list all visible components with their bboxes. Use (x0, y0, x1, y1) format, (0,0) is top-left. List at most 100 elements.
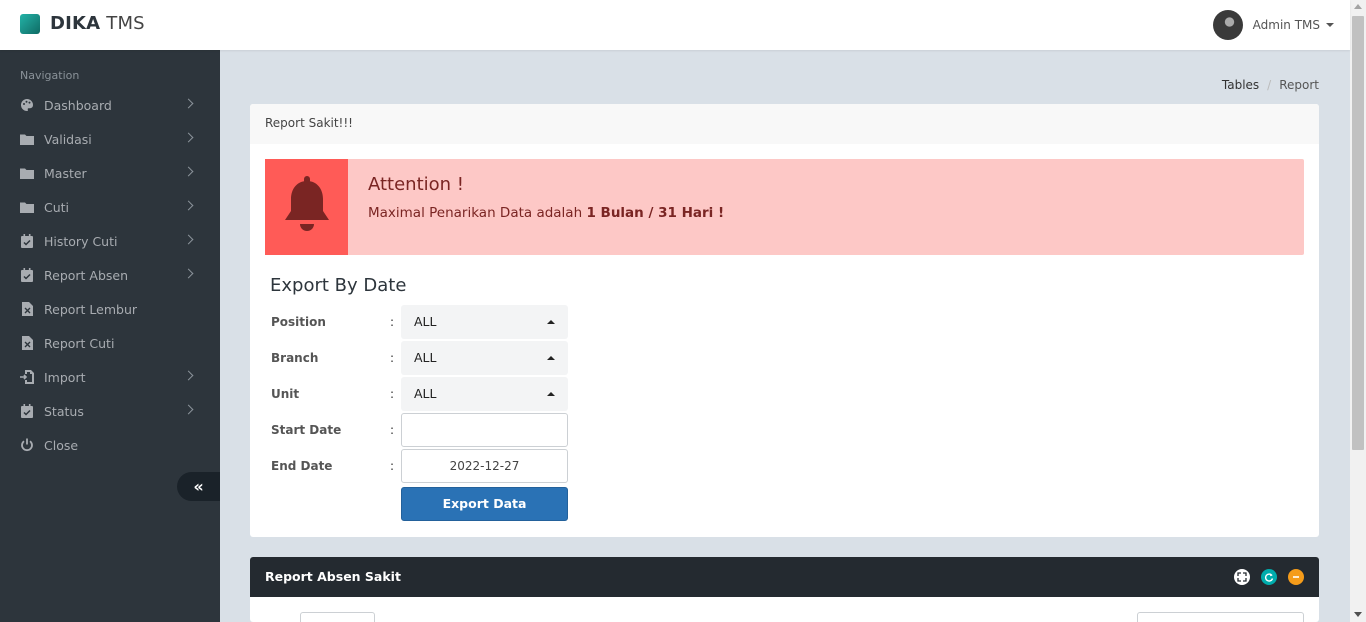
caret-down-icon (1326, 23, 1334, 27)
end-date-input[interactable]: 2022-12-27 (401, 449, 568, 483)
bell-icon (282, 176, 332, 238)
sidebar-item-history-cuti[interactable]: History Cuti (0, 224, 220, 258)
nav-header: Navigation (20, 69, 80, 82)
colon: : (390, 387, 395, 401)
scroll-down-icon[interactable] (1354, 612, 1362, 617)
user-name: Admin TMS (1252, 18, 1320, 32)
folder-icon (20, 132, 34, 146)
branch-label: Branch (271, 351, 319, 365)
reload-icon[interactable] (1261, 569, 1277, 585)
expand-icon[interactable] (1234, 569, 1250, 585)
colon: : (390, 351, 395, 365)
chevron-right-icon (183, 200, 194, 211)
folder-icon (20, 200, 34, 214)
user-menu[interactable]: Admin TMS (1212, 10, 1334, 40)
panel-title: Report Sakit!!! (250, 104, 1319, 144)
sidebar-item-import[interactable]: Import (0, 360, 220, 394)
attention-alert: Attention ! Maximal Penarikan Data adala… (265, 159, 1304, 255)
sidebar-item-label: Dashboard (44, 97, 112, 113)
breadcrumb-separator: / (1267, 78, 1272, 92)
sidebar-item-label: Report Cuti (44, 335, 115, 351)
avatar (1212, 10, 1243, 40)
absen-panel: Report Absen Sakit (250, 557, 1319, 622)
calendar-check-icon (20, 268, 34, 282)
alert-text: Maximal Penarikan Data adalah 1 Bulan / … (368, 205, 725, 221)
chevron-right-icon (183, 404, 194, 415)
brand-name: DIKA TMS (50, 13, 145, 34)
branch-row: Branch : ALL (271, 341, 571, 375)
sidebar: Navigation Dashboard Validasi Master Cut… (0, 50, 220, 622)
sidebar-item-label: Report Lembur (44, 301, 138, 317)
collapse-icon[interactable] (1288, 569, 1304, 585)
sidebar-item-report-cuti[interactable]: Report Cuti (0, 326, 220, 360)
sidebar-item-report-absen[interactable]: Report Absen (0, 258, 220, 292)
alert-title: Attention ! (368, 174, 465, 195)
export-title: Export By Date (270, 275, 407, 296)
scroll-thumb[interactable] (1352, 16, 1364, 450)
alert-icon-box (265, 159, 348, 255)
sidebar-item-label: Close (44, 437, 79, 453)
sidebar-item-dashboard[interactable]: Dashboard (0, 88, 220, 122)
sidebar-item-label: History Cuti (44, 233, 118, 249)
end-date-row: End Date : 2022-12-27 (271, 449, 571, 483)
folder-icon (20, 166, 34, 180)
scroll-up-icon[interactable] (1354, 4, 1362, 9)
colon: : (390, 459, 395, 473)
palette-icon (20, 98, 34, 112)
calendar-check-icon (20, 404, 34, 418)
sidebar-item-label: Validasi (44, 131, 92, 147)
table-search-input[interactable] (1137, 612, 1304, 622)
sidebar-item-master[interactable]: Master (0, 156, 220, 190)
caret-up-icon (547, 356, 555, 360)
end-date-label: End Date (271, 459, 333, 473)
chevron-right-icon (183, 132, 194, 143)
breadcrumb-current: Report (1279, 78, 1319, 92)
chevron-right-icon (183, 98, 194, 109)
page-scrollbar[interactable] (1350, 0, 1366, 622)
sidebar-item-label: Status (44, 403, 84, 419)
breadcrumb-link[interactable]: Tables (1222, 78, 1259, 92)
sidebar-item-cuti[interactable]: Cuti (0, 190, 220, 224)
export-data-button[interactable]: Export Data (401, 487, 568, 521)
caret-up-icon (547, 392, 555, 396)
double-chevron-left-icon: « (193, 477, 204, 496)
import-icon (20, 370, 34, 384)
sidebar-item-label: Master (44, 165, 87, 181)
caret-up-icon (547, 320, 555, 324)
sidebar-item-label: Report Absen (44, 267, 129, 283)
brand[interactable]: DIKA TMS (20, 13, 145, 34)
position-select[interactable]: ALL (401, 305, 568, 339)
chevron-right-icon (183, 234, 194, 245)
colon: : (390, 423, 395, 437)
file-excel-icon (20, 302, 34, 316)
file-excel-icon (20, 336, 34, 350)
sidebar-item-label: Cuti (44, 199, 70, 215)
power-icon (20, 438, 34, 452)
calendar-check-icon (20, 234, 34, 248)
sidebar-item-validasi[interactable]: Validasi (0, 122, 220, 156)
unit-label: Unit (271, 387, 300, 401)
colon: : (390, 315, 395, 329)
page-length-select[interactable] (300, 612, 375, 622)
position-row: Position : ALL (271, 305, 571, 339)
start-date-row: Start Date : (271, 413, 571, 447)
absen-panel-title: Report Absen Sakit (265, 569, 401, 584)
top-header: DIKA TMS Admin TMS (0, 0, 1350, 50)
sidebar-item-status[interactable]: Status (0, 394, 220, 428)
unit-row: Unit : ALL (271, 377, 571, 411)
sidebar-collapse-button[interactable]: « (177, 472, 220, 501)
chevron-right-icon (183, 370, 194, 381)
brand-logo (20, 13, 40, 34)
chevron-right-icon (183, 268, 194, 279)
sidebar-item-close[interactable]: Close (0, 428, 220, 462)
chevron-right-icon (183, 166, 194, 177)
start-date-label: Start Date (271, 423, 342, 437)
branch-select[interactable]: ALL (401, 341, 568, 375)
sidebar-item-report-lembur[interactable]: Report Lembur (0, 292, 220, 326)
unit-select[interactable]: ALL (401, 377, 568, 411)
absen-panel-header: Report Absen Sakit (250, 557, 1319, 597)
sidebar-item-label: Import (44, 369, 86, 385)
breadcrumb: Tables / Report (1222, 78, 1319, 92)
position-label: Position (271, 315, 326, 329)
start-date-input[interactable] (401, 413, 568, 447)
